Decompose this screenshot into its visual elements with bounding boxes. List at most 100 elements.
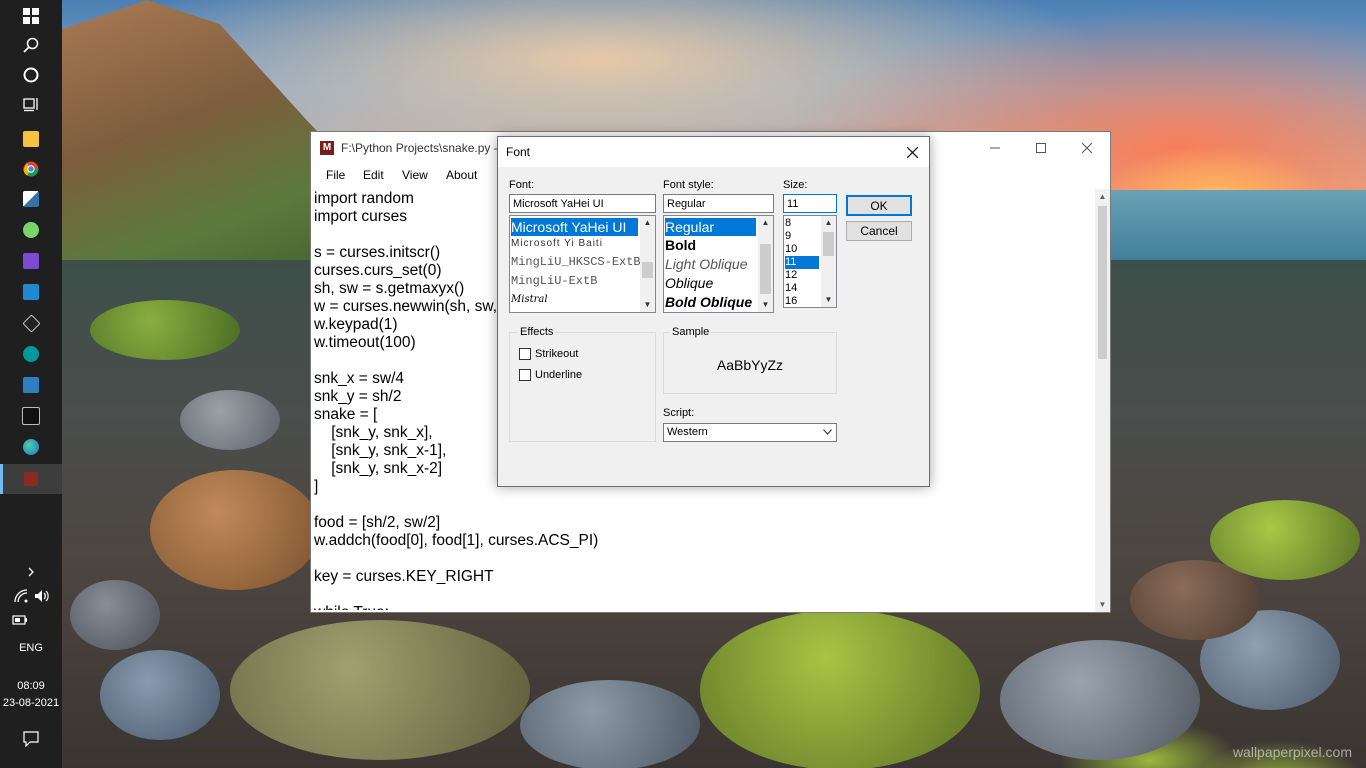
windows-start-icon[interactable] bbox=[0, 1, 62, 31]
sample-preview-text: AaBbYyZz bbox=[716, 357, 784, 373]
font-size-input[interactable] bbox=[783, 194, 837, 213]
underline-label[interactable]: Underline bbox=[535, 369, 582, 381]
strikeout-label[interactable]: Strikeout bbox=[535, 348, 578, 360]
pycharm-icon[interactable] bbox=[0, 370, 62, 400]
font-label: Font: bbox=[509, 179, 535, 191]
font-style-item[interactable]: Light Oblique bbox=[665, 256, 748, 272]
sample-label: Sample bbox=[670, 326, 712, 338]
ok-button[interactable]: OK bbox=[846, 195, 912, 216]
font-size-item[interactable]: 9 bbox=[785, 230, 791, 243]
code-line: w.addch(food[0], food[1], curses.ACS_PI) bbox=[314, 532, 599, 549]
font-name-list[interactable]: Microsoft YaHei UI Microsoft Yi Baiti Mi… bbox=[509, 215, 656, 313]
menu-edit[interactable]: Edit bbox=[363, 168, 384, 182]
font-style-list[interactable]: Regular Bold Light Oblique Oblique Bold … bbox=[663, 215, 774, 313]
wallpaper-rock bbox=[90, 300, 240, 360]
effects-group bbox=[509, 332, 656, 442]
text-editor-icon[interactable] bbox=[0, 464, 62, 494]
font-size-scrollbar[interactable]: ▲ ▼ bbox=[821, 216, 836, 307]
wallpaper-rock bbox=[180, 390, 280, 450]
search-icon[interactable] bbox=[0, 30, 62, 60]
font-name-input[interactable] bbox=[509, 194, 656, 213]
menu-about[interactable]: About bbox=[446, 168, 477, 182]
font-dialog-title: Font bbox=[506, 145, 531, 159]
font-size-item[interactable]: 14 bbox=[785, 282, 797, 295]
wallpaper-rock bbox=[150, 470, 320, 590]
scroll-down-arrow[interactable]: ▼ bbox=[821, 293, 836, 307]
scroll-thumb[interactable] bbox=[642, 262, 653, 278]
font-size-item[interactable]: 10 bbox=[785, 243, 797, 256]
wallpaper-rock bbox=[100, 650, 220, 740]
editor-vertical-scrollbar[interactable]: ▲ ▼ bbox=[1095, 189, 1110, 612]
close-button[interactable] bbox=[1064, 132, 1110, 163]
scroll-down-arrow[interactable]: ▼ bbox=[758, 298, 773, 312]
strikeout-checkbox[interactable] bbox=[519, 348, 531, 360]
scroll-up-arrow[interactable]: ▲ bbox=[1095, 189, 1110, 204]
menu-file[interactable]: File bbox=[326, 168, 345, 182]
cancel-button[interactable]: Cancel bbox=[846, 221, 912, 241]
code-line: food = [sh/2, sw/2] bbox=[314, 514, 441, 531]
font-style-input[interactable] bbox=[663, 194, 774, 213]
font-size-item[interactable]: 16 bbox=[785, 295, 797, 307]
underline-checkbox[interactable] bbox=[519, 369, 531, 381]
vscode-icon[interactable] bbox=[0, 277, 62, 307]
font-list-item[interactable]: Microsoft YaHei UI bbox=[511, 218, 638, 236]
arduino-icon[interactable] bbox=[0, 339, 62, 369]
font-style-scrollbar[interactable]: ▲ ▼ bbox=[758, 216, 773, 312]
python-idle-icon[interactable] bbox=[0, 184, 62, 214]
wallpaper-watermark: wallpaperpixel.com bbox=[1232, 744, 1352, 760]
scroll-up-arrow[interactable]: ▲ bbox=[821, 216, 836, 230]
font-list-item[interactable]: Mistral bbox=[511, 294, 548, 305]
font-style-item[interactable]: Oblique bbox=[665, 275, 713, 291]
clock-date[interactable]: 23-08-2021 bbox=[0, 697, 62, 709]
clock-time[interactable]: 08:09 bbox=[0, 680, 62, 692]
code-line: key = curses.KEY_RIGHT bbox=[314, 568, 494, 585]
effects-label: Effects bbox=[518, 326, 556, 338]
cortana-icon[interactable] bbox=[0, 60, 62, 90]
font-size-item[interactable]: 11 bbox=[785, 256, 819, 269]
wallpaper-rock bbox=[1210, 500, 1360, 580]
font-dialog-title-bar[interactable]: Font bbox=[498, 137, 929, 167]
edge-icon[interactable] bbox=[0, 432, 62, 462]
language-indicator[interactable]: ENG bbox=[0, 642, 62, 654]
visual-studio-icon[interactable] bbox=[0, 246, 62, 276]
font-dialog: Font Font: Microsoft YaHei UI Microsoft … bbox=[497, 136, 930, 487]
notification-center-icon[interactable] bbox=[0, 724, 62, 754]
menu-view[interactable]: View bbox=[402, 168, 428, 182]
battery-icon[interactable] bbox=[0, 605, 62, 635]
chrome-icon[interactable] bbox=[0, 154, 62, 184]
font-style-item[interactable]: Regular bbox=[665, 218, 756, 236]
wallpaper-rock bbox=[1000, 640, 1200, 760]
font-list-item[interactable]: MingLiU-ExtB bbox=[511, 274, 597, 288]
font-size-item[interactable]: 12 bbox=[785, 269, 797, 282]
font-style-item[interactable]: Bold Oblique bbox=[665, 294, 752, 310]
font-size-item[interactable]: 8 bbox=[785, 217, 791, 230]
dialog-close-button[interactable] bbox=[895, 137, 929, 167]
font-size-list[interactable]: 8 9 10 11 12 14 16 ▲ ▼ bbox=[783, 215, 837, 308]
scroll-down-arrow[interactable]: ▼ bbox=[1095, 597, 1110, 612]
minimize-button[interactable] bbox=[972, 132, 1018, 163]
inkscape-icon[interactable] bbox=[0, 308, 62, 338]
chevron-down-icon bbox=[823, 429, 832, 435]
cmd-icon[interactable] bbox=[0, 401, 62, 431]
scroll-thumb[interactable] bbox=[1098, 206, 1107, 359]
scroll-thumb[interactable] bbox=[823, 232, 834, 256]
scroll-down-arrow[interactable]: ▼ bbox=[640, 298, 655, 312]
code-line: while True: bbox=[314, 604, 1094, 610]
font-list-item[interactable]: MingLiU_HKSCS-ExtB bbox=[511, 255, 641, 269]
file-explorer-icon[interactable] bbox=[0, 124, 62, 154]
scroll-up-arrow[interactable]: ▲ bbox=[640, 216, 655, 230]
script-select[interactable]: Western bbox=[663, 423, 837, 442]
font-style-label: Font style: bbox=[663, 179, 714, 191]
github-desktop-icon[interactable] bbox=[0, 215, 62, 245]
scroll-up-arrow[interactable]: ▲ bbox=[758, 216, 773, 230]
font-style-item[interactable]: Bold bbox=[665, 237, 696, 253]
maximize-button[interactable] bbox=[1018, 132, 1064, 163]
font-list-scrollbar[interactable]: ▲ ▼ bbox=[640, 216, 655, 312]
scroll-thumb[interactable] bbox=[760, 244, 771, 294]
script-selected-value: Western bbox=[667, 426, 708, 438]
editor-app-icon: M bbox=[320, 141, 334, 155]
task-view-icon[interactable] bbox=[0, 89, 62, 119]
font-list-item[interactable]: Microsoft Yi Baiti bbox=[511, 238, 603, 249]
